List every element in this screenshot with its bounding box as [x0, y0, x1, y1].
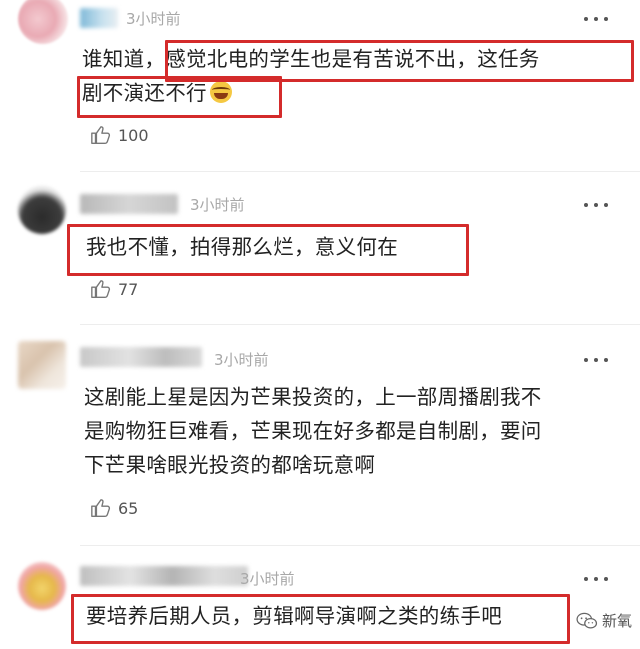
more-options-button[interactable] [584, 576, 608, 582]
more-options-button[interactable] [584, 357, 608, 363]
avatar[interactable] [18, 0, 68, 44]
comment-3: 3小时前 这剧能上星是因为芒果投资的，上一部周播剧我不 是购物狂巨难看，芒果现在… [0, 325, 640, 545]
thumbs-up-icon [91, 280, 111, 298]
watermark: 新氧 [576, 610, 632, 631]
highlight-box [71, 594, 570, 644]
comment-1: 3小时前 谁知道，感觉北电的学生也是有苦说不出，这任务 剧不演还不行 100 [0, 0, 640, 170]
username-blurred[interactable] [80, 347, 202, 367]
like-button[interactable]: 100 [90, 124, 149, 146]
avatar[interactable] [18, 341, 66, 389]
comment-time: 3小时前 [214, 351, 269, 369]
comment-text-line: 这剧能上星是因为芒果投资的，上一部周播剧我不 [84, 385, 542, 409]
more-options-button[interactable] [584, 202, 608, 208]
thumbs-up-icon [91, 126, 111, 144]
comment-text-line: 下芒果啥眼光投资的都啥玩意啊 [84, 453, 376, 477]
comment-time: 3小时前 [126, 10, 181, 28]
username-blurred[interactable] [80, 8, 118, 28]
comment-4: 3小时前 要培养后期人员，剪辑啊导演啊之类的练手吧 [0, 546, 640, 649]
thumbs-up-icon [91, 499, 111, 517]
comment-time: 3小时前 [240, 570, 295, 588]
avatar[interactable] [18, 186, 66, 234]
username-blurred[interactable] [80, 566, 248, 586]
like-count: 100 [118, 125, 149, 145]
highlight-box [67, 224, 469, 276]
comment-time: 3小时前 [190, 196, 245, 214]
highlight-box [77, 76, 282, 118]
comment-text-lead: 谁知道， [82, 47, 166, 71]
like-count: 65 [118, 498, 139, 518]
watermark-label: 新氧 [601, 612, 632, 630]
wechat-logo-icon [576, 612, 598, 629]
comment-2: 3小时前 我也不懂，拍得那么烂，意义何在 77 [0, 172, 640, 322]
avatar[interactable] [18, 562, 66, 610]
like-button[interactable]: 77 [90, 278, 138, 300]
more-options-button[interactable] [584, 16, 608, 22]
comment-text-line: 是购物狂巨难看，芒果现在好多都是自制剧，要问 [84, 419, 542, 443]
username-blurred[interactable] [80, 194, 178, 214]
like-count: 77 [118, 279, 139, 299]
like-button[interactable]: 65 [90, 497, 138, 519]
